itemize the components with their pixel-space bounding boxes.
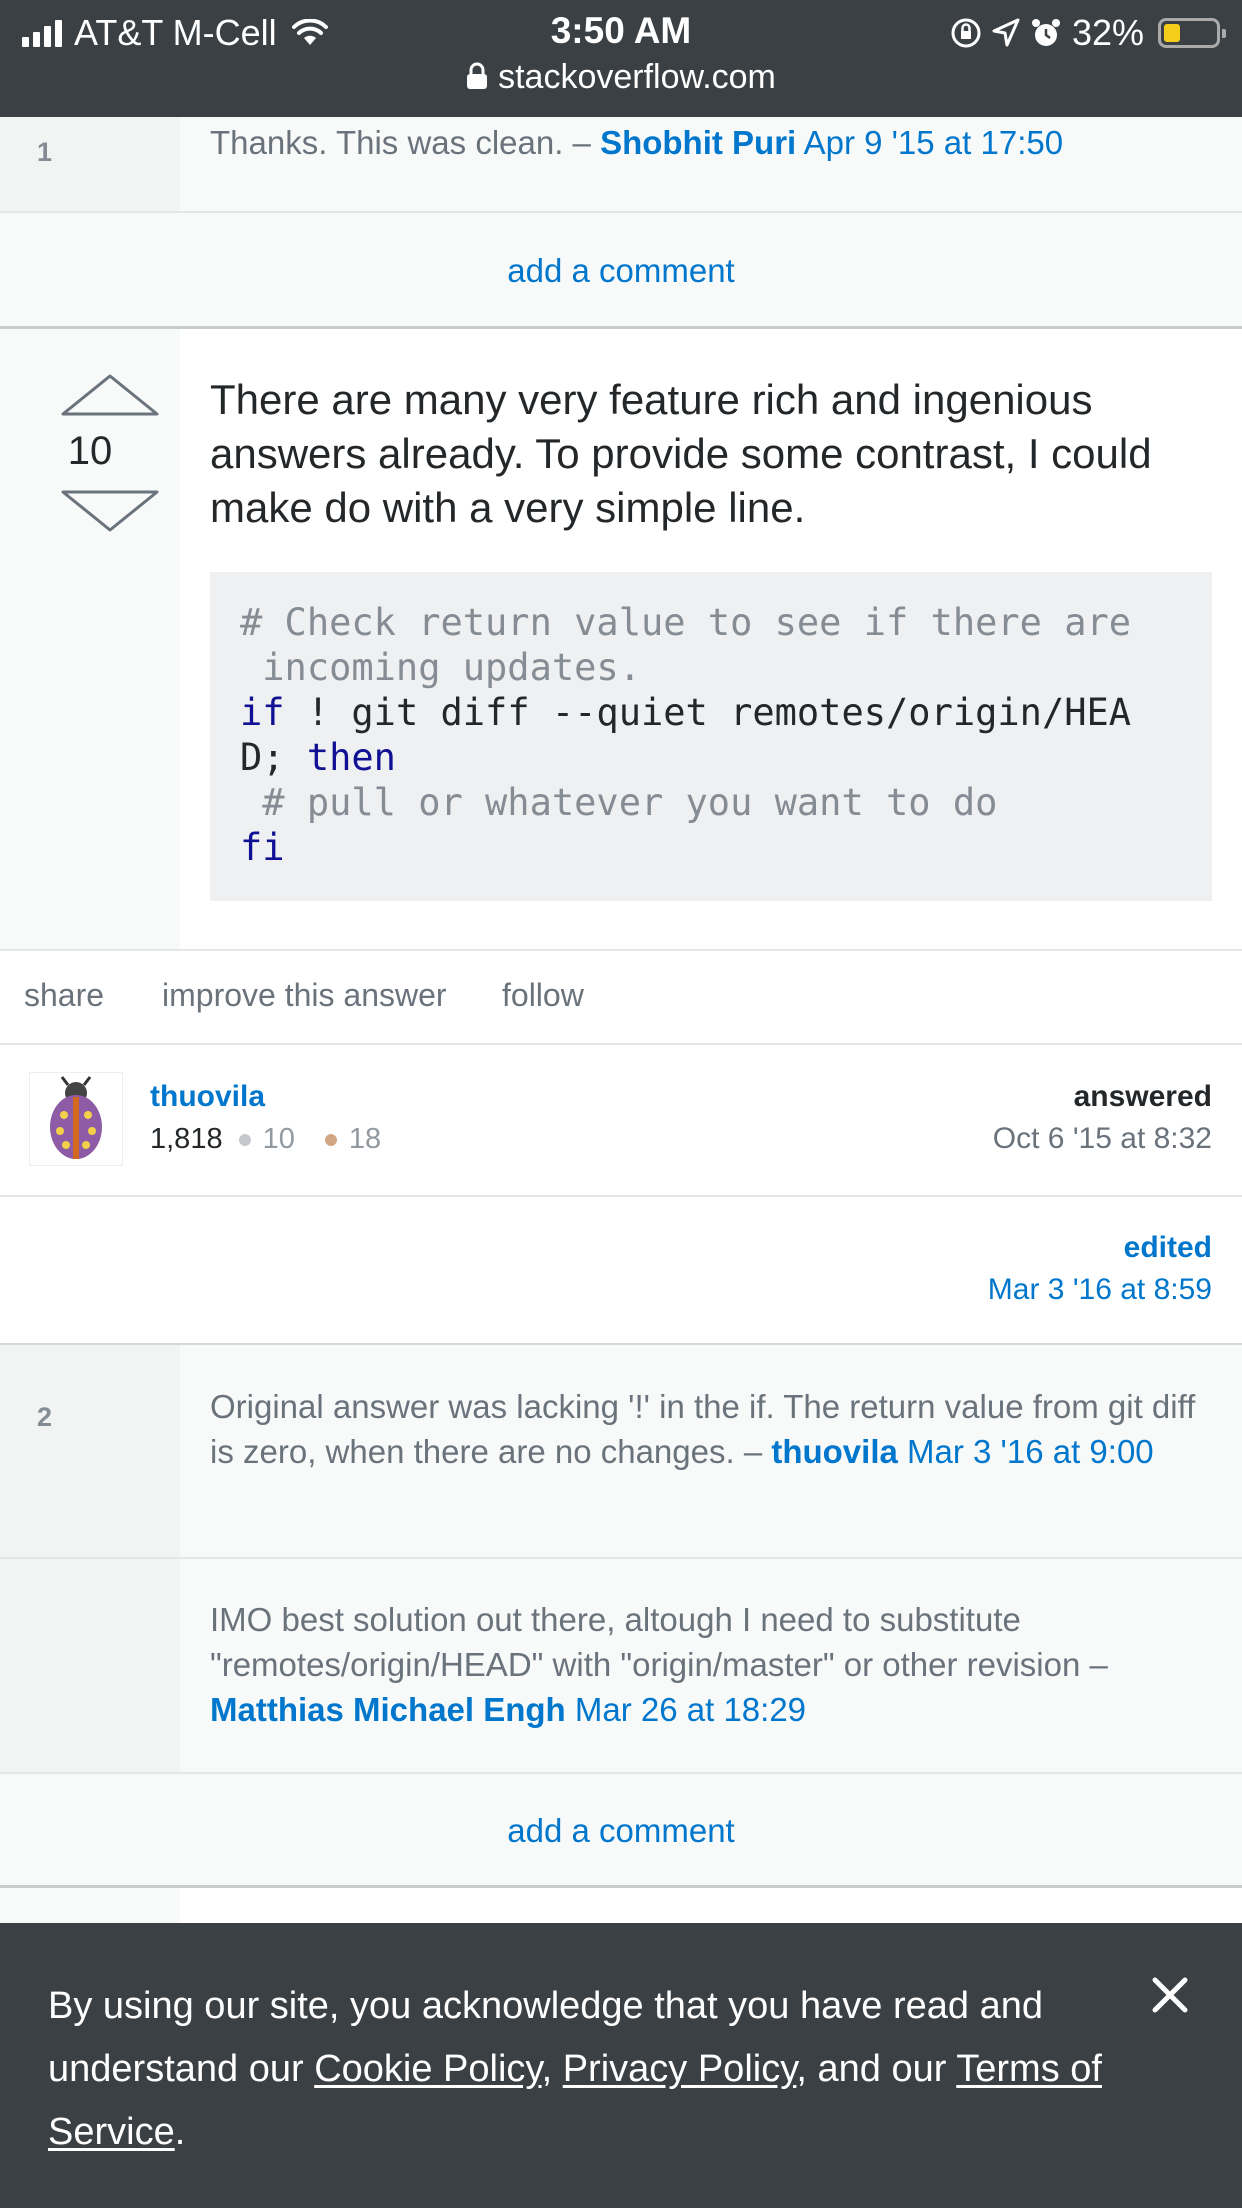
bronze-badges: 18 <box>324 1123 382 1156</box>
privacy-policy-link[interactable]: Privacy Policy <box>563 2048 797 2090</box>
battery-icon <box>1158 18 1226 48</box>
comment-date-link[interactable]: Mar 3 '16 at 9:00 <box>907 1433 1154 1470</box>
comment-score: 1 <box>37 137 53 167</box>
comment-date-link[interactable]: Mar 26 at 18:29 <box>575 1691 806 1728</box>
status-bar: AT&T M-Cell 3:50 AM 32% <box>0 0 1242 62</box>
comment-body: Thanks. This was clean. – <box>210 124 601 161</box>
comment-gutter <box>0 1559 180 1772</box>
answer-actions: share improve this answer follow <box>0 949 1242 1045</box>
comment: 1 Thanks. This was clean. – Shobhit Puri… <box>0 117 1242 213</box>
silver-badges: 10 <box>238 1123 295 1156</box>
comment-gutter <box>0 117 180 211</box>
answer: 10 There are many very feature rich and … <box>0 329 1242 949</box>
share-link[interactable]: share <box>24 977 104 1014</box>
bronze-badge-count: 18 <box>348 1123 382 1155</box>
lock-icon <box>467 62 488 89</box>
code-line: # pull or whatever you want to do <box>240 781 998 824</box>
code-line: # Check return value to see if there are <box>240 601 1132 644</box>
cookie-banner: By using our site, you acknowledge that … <box>0 1923 1242 2208</box>
code-block: # Check return value to see if there are… <box>210 572 1212 901</box>
answer-user-card: thuovila 1,818 10 18 answered Oct 6 '15 … <box>0 1045 1242 1197</box>
follow-link[interactable]: follow <box>502 977 584 1014</box>
close-icon[interactable] <box>1150 1975 1190 2015</box>
add-comment-link[interactable]: add a comment <box>0 213 1242 329</box>
comment-date-link[interactable]: Apr 9 '15 at 17:50 <box>804 124 1064 161</box>
next-answer-edge <box>0 1888 1242 1923</box>
code-line: incoming updates. <box>240 646 641 689</box>
code-keyword: if <box>240 691 285 734</box>
improve-answer-link[interactable]: improve this answer <box>162 977 447 1014</box>
status-right-group: 32% <box>950 12 1226 54</box>
vote-count: 10 <box>67 429 113 473</box>
reputation-score: 1,818 <box>150 1123 223 1155</box>
silver-badge-count: 10 <box>262 1123 295 1155</box>
comment-text: Thanks. This was clean. – Shobhit Puri A… <box>210 120 1202 165</box>
rotation-lock-icon <box>951 18 981 48</box>
answered-date: Oct 6 '15 at 8:32 <box>992 1122 1212 1155</box>
username-link[interactable]: thuovila <box>150 1080 265 1114</box>
battery-percent: 32% <box>1071 12 1144 53</box>
separator: , and our <box>796 2048 957 2090</box>
separator: , <box>541 2048 563 2090</box>
comment-text: Original answer was lacking '!' in the i… <box>210 1384 1202 1474</box>
browser-top-bar: AT&T M-Cell 3:50 AM 32% stackoverflow.co… <box>0 0 1242 117</box>
vote-gutter <box>0 1888 180 1923</box>
bronze-badge-icon <box>324 1133 337 1146</box>
answer-body: There are many very feature rich and ing… <box>210 376 1152 531</box>
comment-gutter <box>0 1345 180 1557</box>
comment-score: 2 <box>37 1402 53 1432</box>
cookie-banner-text: By using our site, you acknowledge that … <box>48 1975 1108 2164</box>
edit-info: edited Mar 3 '16 at 8:59 <box>0 1197 1242 1345</box>
location-icon <box>992 18 1020 47</box>
edited-link[interactable]: edited <box>1124 1231 1212 1265</box>
comment-body: IMO best solution out there, altough I n… <box>210 1601 1108 1683</box>
comment-author-link[interactable]: thuovila <box>771 1433 898 1470</box>
silver-badge-icon <box>238 1133 251 1146</box>
url-text: stackoverflow.com <box>498 58 776 96</box>
downvote-icon[interactable] <box>60 489 160 533</box>
separator: . <box>174 2111 186 2153</box>
user-reputation: 1,818 10 18 <box>150 1123 381 1156</box>
code-line: ! git diff --quiet remotes/origin/HEA <box>284 691 1132 734</box>
add-comment-link[interactable]: add a comment <box>0 1774 1242 1888</box>
code-line: D; <box>240 736 307 779</box>
upvote-icon[interactable] <box>60 373 160 417</box>
cookie-policy-link[interactable]: Cookie Policy <box>314 2048 541 2090</box>
address-bar[interactable]: stackoverflow.com <box>0 58 1242 97</box>
comment-author-link[interactable]: Matthias Michael Engh <box>210 1691 566 1728</box>
comment: 2 Original answer was lacking '!' in the… <box>0 1345 1242 1559</box>
alarm-icon <box>1031 19 1060 46</box>
edited-date-link[interactable]: Mar 3 '16 at 8:59 <box>988 1273 1212 1307</box>
comment-text: IMO best solution out there, altough I n… <box>210 1597 1202 1732</box>
comment-author-link[interactable]: Shobhit Puri <box>600 124 796 161</box>
code-keyword: fi <box>240 826 285 869</box>
user-avatar[interactable] <box>30 1073 122 1165</box>
answered-label: answered <box>1073 1080 1212 1113</box>
vote-gutter <box>0 329 180 949</box>
code-keyword: then <box>306 736 396 779</box>
comment: IMO best solution out there, altough I n… <box>0 1559 1242 1774</box>
